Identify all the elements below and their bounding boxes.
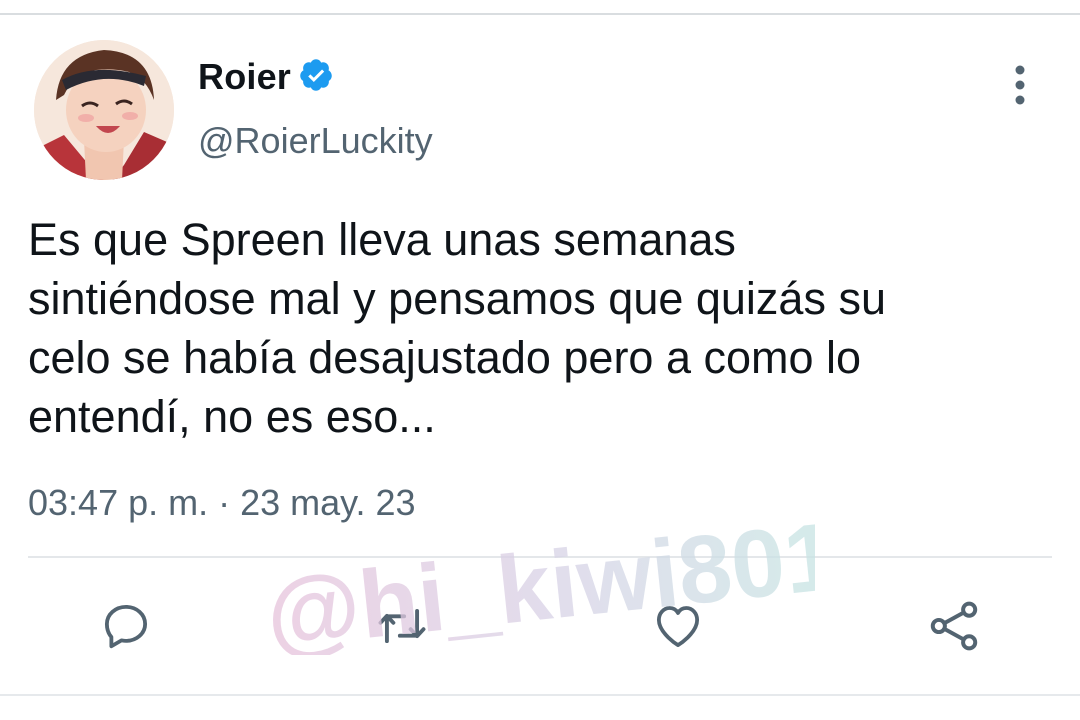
tweet-text-line: Es que Spreen lleva unas semanas bbox=[28, 214, 736, 265]
heart-icon bbox=[656, 606, 700, 648]
verified-badge-icon bbox=[300, 59, 332, 91]
tweet-text-line: celo se había desajustado pero a como lo bbox=[28, 332, 862, 383]
reply-icon bbox=[104, 604, 148, 649]
tweet-text-line: entendí, no es eso... bbox=[28, 391, 436, 442]
tweet-card: Roier @RoierLuckity Es que Spreen lleva … bbox=[0, 0, 1080, 720]
top-divider bbox=[0, 13, 1080, 15]
tweet-text-line: sintiéndose mal y pensamos que quizás su bbox=[28, 273, 886, 324]
actions-divider bbox=[28, 556, 1052, 558]
like-button[interactable] bbox=[650, 598, 706, 654]
share-button[interactable] bbox=[926, 598, 982, 654]
author-name[interactable]: Roier bbox=[198, 56, 291, 98]
share-icon bbox=[930, 601, 978, 651]
reply-button[interactable] bbox=[98, 598, 154, 654]
tweet-timestamp[interactable]: 03:47 p. m. · 23 may. 23 bbox=[28, 482, 416, 524]
avatar[interactable] bbox=[34, 40, 174, 180]
author-handle[interactable]: @RoierLuckity bbox=[198, 120, 433, 162]
tweet-text: Es que Spreen lleva unas semanas sintién… bbox=[28, 210, 1038, 446]
more-options-icon[interactable] bbox=[1002, 62, 1038, 108]
retweet-icon bbox=[378, 608, 426, 644]
retweet-button[interactable] bbox=[374, 598, 430, 654]
svg-text:@hi_kiwi801: @hi_kiwi801 bbox=[261, 503, 815, 655]
bottom-divider bbox=[0, 694, 1080, 696]
